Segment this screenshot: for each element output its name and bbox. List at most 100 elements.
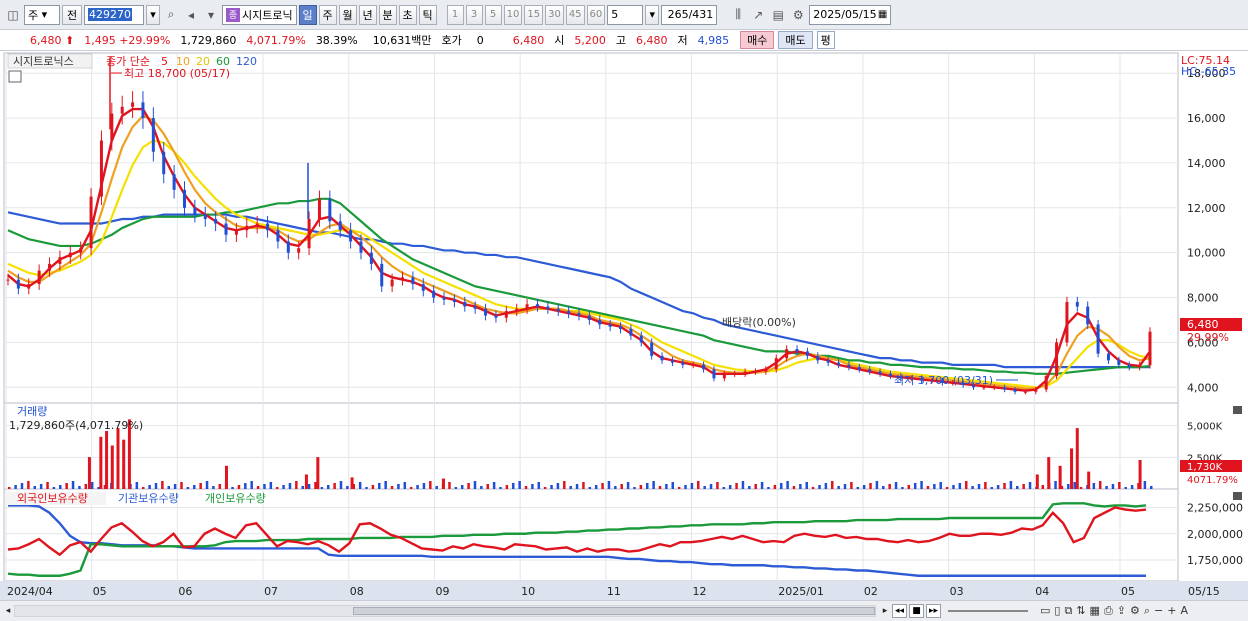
candle-icon[interactable]: ⫼ bbox=[729, 5, 747, 25]
buy-button[interactable]: 매수 bbox=[740, 31, 775, 49]
volume-bar bbox=[1111, 484, 1115, 489]
save-icon[interactable]: ▤ bbox=[769, 5, 787, 25]
candle-body bbox=[255, 223, 259, 226]
candle-body bbox=[1117, 360, 1121, 365]
sound-icon[interactable]: ◂ bbox=[182, 5, 200, 25]
scroll-right-icon[interactable]: ▸ bbox=[878, 604, 892, 618]
toolbox-icon[interactable] bbox=[8, 70, 22, 83]
tab-period-day[interactable]: 일 bbox=[298, 4, 317, 25]
layout-icon[interactable]: ▭ bbox=[1040, 604, 1050, 618]
scroll-left-icon[interactable]: ◂ bbox=[1, 604, 15, 618]
draw-icon[interactable]: ↗ bbox=[749, 5, 767, 25]
copy-icon[interactable]: ⧉ bbox=[1064, 604, 1072, 618]
candle-body bbox=[691, 364, 695, 366]
candle-body bbox=[89, 196, 93, 249]
interval-input[interactable]: 5 bbox=[607, 4, 644, 25]
scrollbar-track[interactable] bbox=[14, 605, 876, 617]
count-field[interactable]: 265/431 bbox=[661, 4, 718, 25]
price-tag-text: 6,480 bbox=[1187, 318, 1219, 331]
volume-bar bbox=[671, 482, 675, 489]
candle-body bbox=[1138, 365, 1142, 368]
tab-period-year[interactable]: 년 bbox=[358, 4, 377, 25]
quote-amount: 10,631백만 bbox=[372, 34, 432, 47]
volume-bar bbox=[594, 485, 598, 489]
rewind-icon[interactable]: ◂◂ bbox=[892, 604, 907, 618]
grid-icon[interactable]: ▦ bbox=[1090, 604, 1100, 618]
candle-body bbox=[1034, 389, 1038, 392]
gear-icon[interactable]: ⚙ bbox=[789, 5, 807, 25]
volume-bar bbox=[862, 485, 866, 489]
holding-panel-close-icon[interactable] bbox=[1233, 492, 1242, 500]
volume-bar bbox=[365, 487, 368, 489]
prev-button[interactable]: 전 bbox=[62, 4, 82, 25]
candle-body bbox=[463, 302, 467, 307]
volume-bar bbox=[59, 485, 62, 489]
zoom-slider[interactable] bbox=[948, 610, 1028, 612]
candle-body bbox=[639, 335, 643, 343]
sell-button[interactable]: 매도 bbox=[778, 31, 813, 49]
x-tick-label: 12 bbox=[693, 585, 707, 598]
x-tick-label: 07 bbox=[264, 585, 278, 598]
settings-icon[interactable]: ⚙ bbox=[1130, 604, 1140, 618]
change-value: 1,495 bbox=[84, 33, 116, 47]
volume-bar bbox=[964, 481, 968, 489]
tab-period-minute[interactable]: 분 bbox=[378, 4, 397, 25]
interval-45[interactable]: 45 bbox=[565, 4, 585, 25]
candle-body bbox=[681, 362, 685, 365]
interval-5[interactable]: 5 bbox=[484, 4, 502, 25]
tab-period-second[interactable]: 초 bbox=[398, 4, 417, 25]
calendar-icon[interactable]: ▦ bbox=[878, 9, 887, 20]
volume-bar bbox=[193, 485, 196, 489]
interval-3[interactable]: 3 bbox=[465, 4, 483, 25]
export-icon[interactable]: ⇪ bbox=[1117, 604, 1126, 618]
candle-body bbox=[535, 304, 539, 307]
market-select[interactable]: 주 ▾ bbox=[24, 4, 60, 25]
volume-bar bbox=[543, 487, 547, 489]
print-icon[interactable]: ⎙ bbox=[1104, 604, 1113, 618]
avg-button[interactable]: 평 bbox=[816, 31, 835, 49]
zoom-in-icon[interactable]: ⌕ bbox=[1144, 604, 1150, 618]
volume-spike-bar bbox=[1087, 471, 1091, 489]
panel-icon[interactable]: ◫ bbox=[4, 5, 22, 25]
volume-bar bbox=[799, 484, 802, 489]
volume-bar bbox=[205, 481, 209, 489]
stop-icon[interactable]: ■ bbox=[909, 604, 924, 618]
tab-period-week[interactable]: 주 bbox=[318, 4, 337, 25]
volume-bar bbox=[709, 484, 713, 489]
volume-panel-close-icon[interactable] bbox=[1233, 406, 1242, 414]
candle-body bbox=[847, 364, 851, 368]
forward-icon[interactable]: ▸▸ bbox=[926, 604, 941, 618]
fit-icon[interactable]: + bbox=[1167, 604, 1176, 618]
split-icon[interactable]: ▯ bbox=[1054, 604, 1060, 618]
volume-spike-bar bbox=[1035, 474, 1039, 489]
interval-30[interactable]: 30 bbox=[545, 4, 564, 25]
scrollbar-thumb[interactable] bbox=[353, 607, 875, 615]
chart-area[interactable]: 18,00016,00014,00012,00010,0008,0006,000… bbox=[0, 51, 1248, 600]
volume-bar bbox=[288, 483, 292, 489]
volume-bar bbox=[933, 484, 936, 489]
high-note: 최고 18,700 (05/17) bbox=[124, 67, 230, 80]
volume-bar bbox=[429, 481, 432, 489]
code-input[interactable]: 429270 bbox=[84, 4, 144, 25]
quote-hoga-value: 0 bbox=[476, 33, 484, 47]
tab-period-month[interactable]: 월 bbox=[338, 4, 357, 25]
zoom-out-icon[interactable]: − bbox=[1154, 604, 1163, 618]
interval-1[interactable]: 1 bbox=[446, 4, 464, 25]
interval-60[interactable]: 60 bbox=[586, 4, 606, 25]
sound-dropdown-icon[interactable]: ▾ bbox=[202, 5, 220, 25]
date-field[interactable]: 2025/05/15 ▦ bbox=[809, 4, 892, 25]
interval-10[interactable]: 10 bbox=[503, 4, 523, 25]
compare-icon[interactable]: ⇅ bbox=[1076, 604, 1085, 618]
quote-volume: 1,729,860 bbox=[180, 33, 237, 47]
tab-period-tick[interactable]: 틱 bbox=[418, 4, 437, 25]
search-icon[interactable]: ⌕ bbox=[162, 5, 180, 25]
volume-bar bbox=[384, 481, 387, 489]
interval-15[interactable]: 15 bbox=[524, 4, 544, 25]
volume-bar bbox=[403, 482, 407, 489]
interval-dropdown-icon[interactable]: ▾ bbox=[645, 4, 660, 25]
candle-body bbox=[58, 257, 62, 264]
code-dropdown-icon[interactable]: ▾ bbox=[146, 4, 160, 25]
volume-bar bbox=[1105, 486, 1108, 489]
font-icon[interactable]: A bbox=[1180, 604, 1188, 618]
stock-name-field[interactable]: 종 시지트로닉 bbox=[222, 4, 297, 25]
